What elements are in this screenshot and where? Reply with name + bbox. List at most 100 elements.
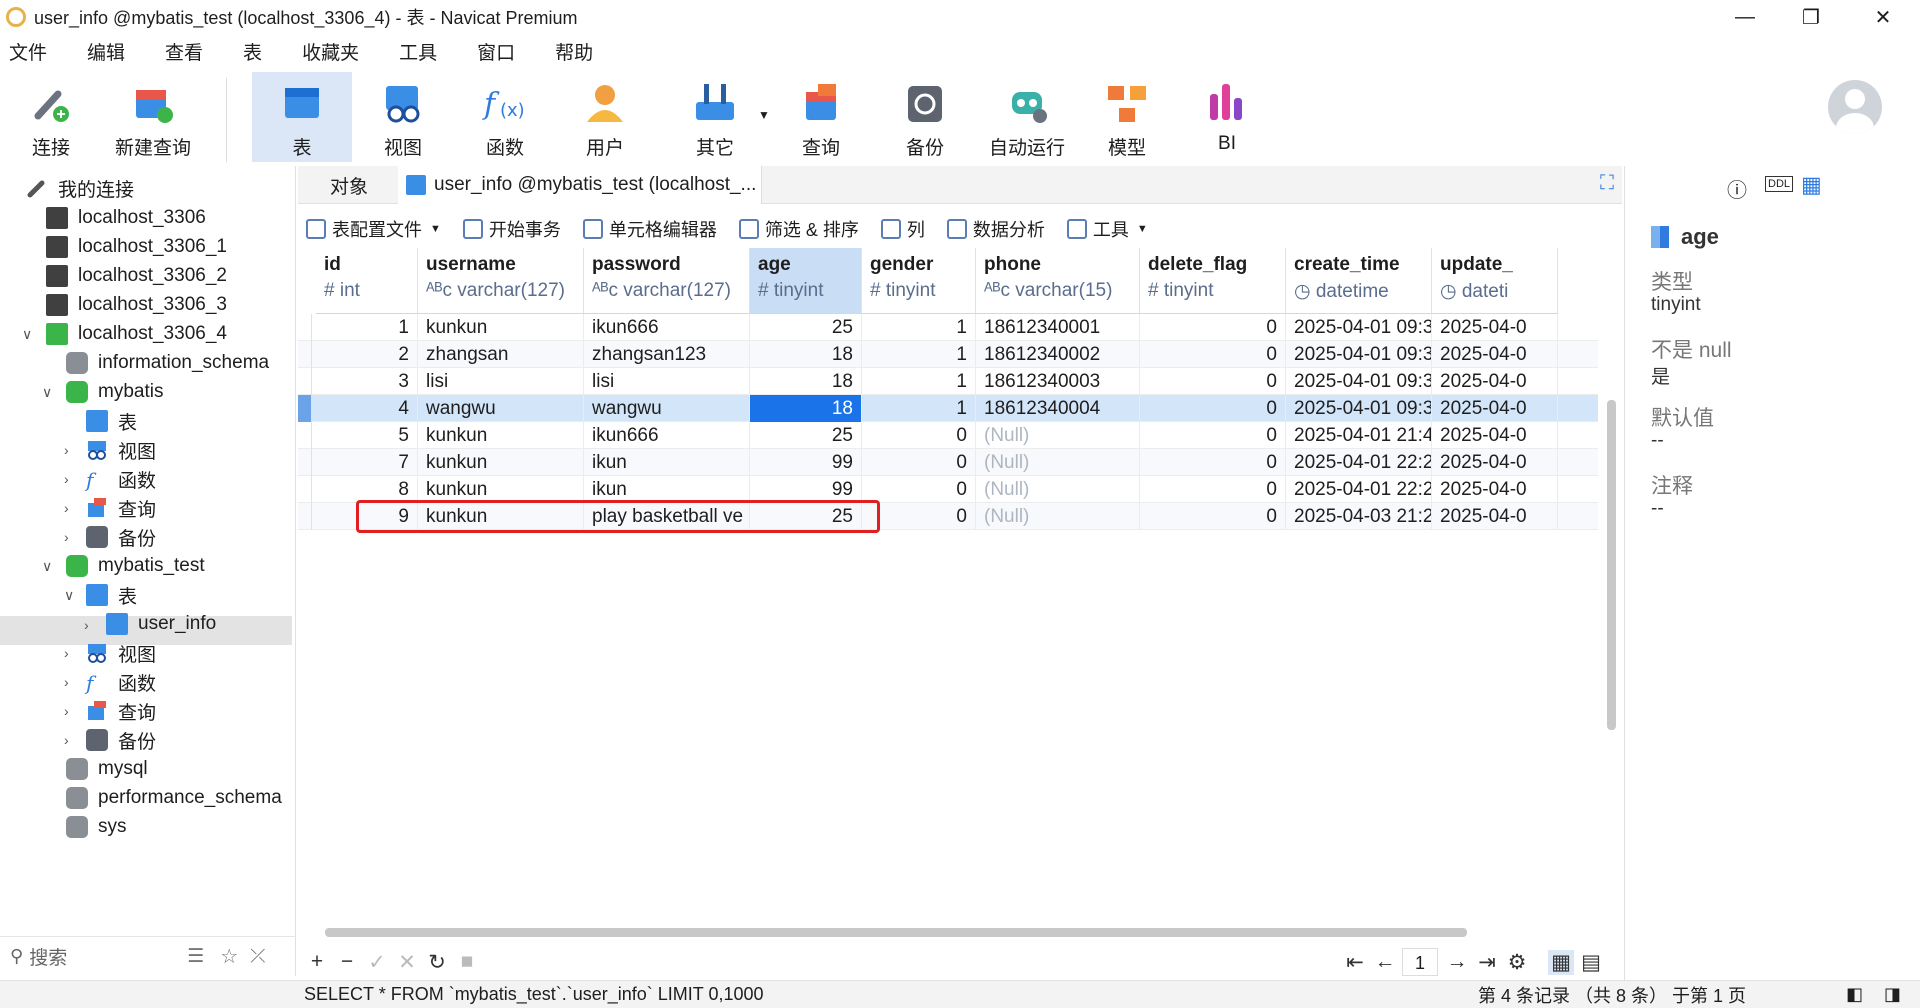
collapse-icon[interactable]: ⤫ xyxy=(250,946,265,968)
cell-phone[interactable]: 18612340001 xyxy=(976,314,1140,341)
menu-help[interactable]: 帮助 xyxy=(546,38,613,65)
row-indicator[interactable] xyxy=(298,314,312,341)
tree-database[interactable]: mybatis xyxy=(66,378,163,406)
cell-age[interactable]: 18 xyxy=(750,395,862,422)
column-header-delete_flag[interactable]: delete_flag # tinyint xyxy=(1140,248,1286,314)
column-header-update[interactable]: update_ ◷ dateti xyxy=(1432,248,1558,314)
tree-node-views[interactable]: 视图 xyxy=(86,436,156,464)
row-indicator[interactable] xyxy=(298,341,312,368)
connect-button[interactable]: 连接 xyxy=(20,72,82,162)
cell-delete_flag[interactable]: 0 xyxy=(1140,476,1286,503)
delete-row-button[interactable]: − xyxy=(334,950,360,974)
column-header-create_time[interactable]: create_time ◷ datetime xyxy=(1286,248,1432,314)
cell-create_time[interactable]: 2025-04-01 22:26:28 xyxy=(1286,476,1432,503)
vertical-scrollbar[interactable] xyxy=(1607,400,1616,730)
maximize-button[interactable]: ❐ xyxy=(1778,0,1844,34)
filter-sort-button[interactable]: 筛选 & 排序 xyxy=(738,216,859,242)
cell-update[interactable]: 2025-04-0 xyxy=(1432,395,1558,422)
cell-id[interactable]: 9 xyxy=(316,503,418,530)
discard-button[interactable]: ✕ xyxy=(394,950,420,975)
cell-password[interactable]: ikun666 xyxy=(584,314,750,341)
cell-editor-button[interactable]: 单元格编辑器 xyxy=(582,216,717,242)
cell-password[interactable]: ikun xyxy=(584,476,750,503)
tree-node-views[interactable]: 视图 xyxy=(86,639,156,667)
cell-username[interactable]: kunkun xyxy=(418,422,584,449)
last-page-button[interactable]: ⇥ xyxy=(1474,950,1500,975)
search-input[interactable]: 搜索 xyxy=(29,943,67,970)
column-header-username[interactable]: username ᴬᴮc varchar(127) xyxy=(418,248,584,314)
cell-username[interactable]: zhangsan xyxy=(418,341,584,368)
data-analysis-button[interactable]: 数据分析 xyxy=(946,216,1045,242)
menu-edit[interactable]: 编辑 xyxy=(78,38,145,65)
table-row[interactable]: 5 kunkun ikun666 25 0 (Null) 0 2025-04-01 21:4 2… xyxy=(298,422,1598,449)
cell-gender[interactable]: 0 xyxy=(862,503,976,530)
cell-delete_flag[interactable]: 0 xyxy=(1140,314,1286,341)
chevron-right-icon[interactable]: › xyxy=(64,500,69,516)
row-indicator[interactable] xyxy=(298,476,312,503)
cell-id[interactable]: 1 xyxy=(316,314,418,341)
tree-connection-open[interactable]: localhost_3306_4 xyxy=(46,320,227,348)
row-indicator[interactable] xyxy=(298,503,312,530)
function-button[interactable]: f (x) 函数 xyxy=(472,72,538,162)
cell-age[interactable]: 99 xyxy=(750,449,862,476)
model-button[interactable]: 模型 xyxy=(1094,72,1160,162)
sidebar-search[interactable]: ⚲ 搜索 ☰ ☆ ⤫ xyxy=(0,936,296,976)
cell-phone[interactable]: (Null) xyxy=(976,449,1140,476)
cell-username[interactable]: lisi xyxy=(418,368,584,395)
column-header-id[interactable]: id # int xyxy=(316,248,418,314)
chevron-right-icon[interactable]: › xyxy=(64,703,69,719)
cell-delete_flag[interactable]: 0 xyxy=(1140,422,1286,449)
cell-age[interactable]: 25 xyxy=(750,503,862,530)
chevron-right-icon[interactable]: › xyxy=(64,645,69,661)
tree-database[interactable]: information_schema xyxy=(66,349,269,377)
row-indicator[interactable] xyxy=(298,449,312,476)
row-indicator[interactable] xyxy=(298,422,312,449)
backup-button[interactable]: 备份 xyxy=(892,72,958,162)
cell-age[interactable]: 18 xyxy=(750,341,862,368)
chevron-down-icon[interactable]: ∨ xyxy=(22,326,32,343)
table-row[interactable]: 9 kunkun play basketball ve 25 0 (Null) 0 2025-… xyxy=(298,503,1598,530)
cell-update[interactable]: 2025-04-0 xyxy=(1432,422,1558,449)
cell-gender[interactable]: 1 xyxy=(862,395,976,422)
close-button[interactable]: ✕ xyxy=(1850,0,1916,34)
begin-transaction-button[interactable]: 开始事务 xyxy=(462,216,561,242)
cell-create_time[interactable]: 2025-04-03 21:21:20 xyxy=(1286,503,1432,530)
table-row[interactable]: 8kunkunikun990(Null)02025-04-01 22:26:28… xyxy=(298,476,1598,503)
chevron-down-icon[interactable]: ∨ xyxy=(42,384,52,401)
cell-password[interactable]: wangwu xyxy=(584,395,750,422)
cell-username[interactable]: kunkun xyxy=(418,503,584,530)
cell-update[interactable]: 2025-04-0 xyxy=(1432,341,1558,368)
cell-username[interactable]: kunkun xyxy=(418,476,584,503)
prev-page-button[interactable]: ← xyxy=(1372,950,1398,974)
panel-right-icon[interactable]: ◨ xyxy=(1884,984,1901,1005)
cell-update[interactable]: 2025-04-0 xyxy=(1432,368,1558,395)
table-button[interactable]: 表 xyxy=(252,72,352,162)
tree-database[interactable]: performance_schema xyxy=(66,784,282,812)
chevron-down-icon[interactable]: ∨ xyxy=(42,558,52,575)
column-header-gender[interactable]: gender # tinyint xyxy=(862,248,976,314)
cell-update[interactable]: 2025-04-0 xyxy=(1432,476,1558,503)
cell-delete_flag[interactable]: 0 xyxy=(1140,449,1286,476)
cell-age[interactable]: 99 xyxy=(750,476,862,503)
fullscreen-icon[interactable]: ⛶ xyxy=(1600,172,1614,195)
cell-age[interactable]: 25 xyxy=(750,422,862,449)
tree-connection[interactable]: localhost_3306_3 xyxy=(46,291,227,319)
cell-delete_flag[interactable]: 0 xyxy=(1140,395,1286,422)
tree-node-functions[interactable]: f 函数 xyxy=(86,465,156,493)
cell-create_time[interactable]: 2025-04-01 09:32:12 xyxy=(1286,395,1432,422)
cell-username[interactable]: kunkun xyxy=(418,314,584,341)
cell-create_time[interactable]: 2025-04-01 09:32:12 xyxy=(1286,314,1432,341)
tree-root[interactable]: 我的连接 xyxy=(26,174,134,202)
tree-connection[interactable]: localhost_3306 xyxy=(46,204,206,232)
cell-phone[interactable]: (Null) xyxy=(976,422,1140,449)
column-header-age[interactable]: age # tinyint xyxy=(750,248,862,314)
tree-database[interactable]: sys xyxy=(66,813,127,841)
table-row[interactable]: 3 lisi lisi 18 1 18612340003 0 2025-04-01 09:3 2… xyxy=(298,368,1598,395)
cell-id[interactable]: 8 xyxy=(316,476,418,503)
tree-node-backups[interactable]: 备份 xyxy=(86,523,156,551)
chevron-right-icon[interactable]: › xyxy=(64,529,69,545)
cell-gender[interactable]: 1 xyxy=(862,314,976,341)
tree-table-user-info[interactable]: user_info xyxy=(106,610,216,638)
cell-phone[interactable]: (Null) xyxy=(976,503,1140,530)
chevron-right-icon[interactable]: › xyxy=(64,442,69,458)
